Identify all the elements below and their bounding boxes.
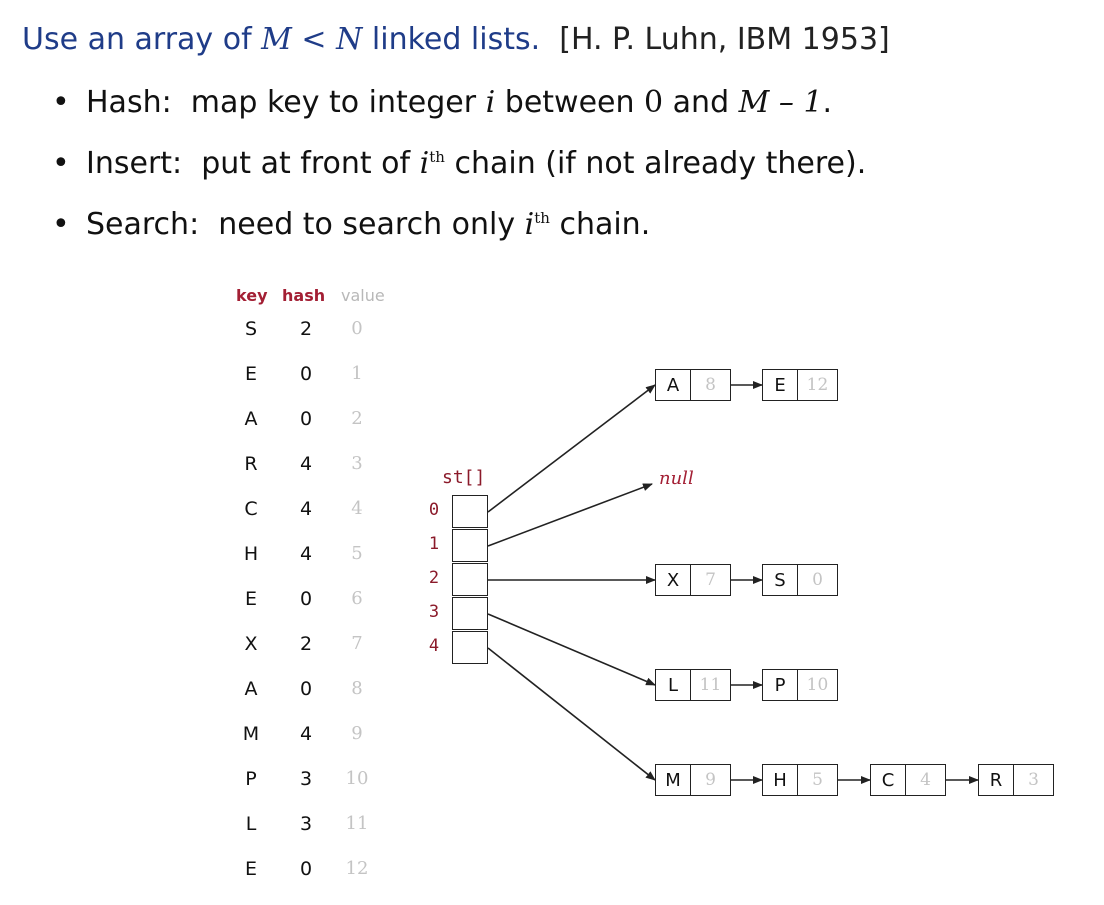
array-index-label: 0 [428, 500, 440, 520]
node-key: S [763, 565, 798, 595]
bucket-pointer-arrow [487, 613, 656, 686]
node-key: H [763, 765, 798, 795]
chain-node: A8 [655, 369, 731, 401]
chain-node: E 12 [762, 369, 838, 401]
node-value: 4 [920, 770, 931, 790]
node-key: R [979, 765, 1014, 795]
chain-node: S0 [762, 564, 838, 596]
node-value: 7 [705, 570, 716, 590]
array-label: st[] [442, 467, 486, 488]
node-value: 0 [812, 570, 823, 590]
bucket-pointer-arrow [487, 647, 656, 781]
node-key: A [656, 370, 691, 400]
node-key: C [871, 765, 906, 795]
chain-node: R3 [978, 764, 1054, 796]
array-index-label: 3 [428, 602, 440, 622]
chain-node: M9 [655, 764, 731, 796]
array-slot [452, 631, 488, 664]
node-value: 10 [806, 675, 829, 695]
node-value: 12 [806, 375, 829, 395]
node-value: 5 [812, 770, 823, 790]
node-key: M [656, 765, 691, 795]
array-slot [452, 529, 488, 562]
array-index-label: 1 [428, 534, 440, 554]
chain-node: C4 [870, 764, 946, 796]
null-label: null [659, 468, 694, 489]
chain-node: H5 [762, 764, 838, 796]
node-value: 8 [705, 375, 716, 395]
chain-node: P 10 [762, 669, 838, 701]
node-value: 9 [705, 770, 716, 790]
array-slot [452, 597, 488, 630]
chain-node: X7 [655, 564, 731, 596]
node-key: E [763, 370, 798, 400]
array-slot [452, 563, 488, 596]
array-slot [452, 495, 488, 528]
node-key: P [763, 670, 798, 700]
array-index-label: 2 [428, 568, 440, 588]
node-value: 3 [1028, 770, 1039, 790]
node-key: L [656, 670, 691, 700]
chain-node: L 11 [655, 669, 731, 701]
node-key: X [656, 565, 691, 595]
node-value: 11 [699, 675, 722, 695]
array-index-label: 4 [428, 636, 440, 656]
